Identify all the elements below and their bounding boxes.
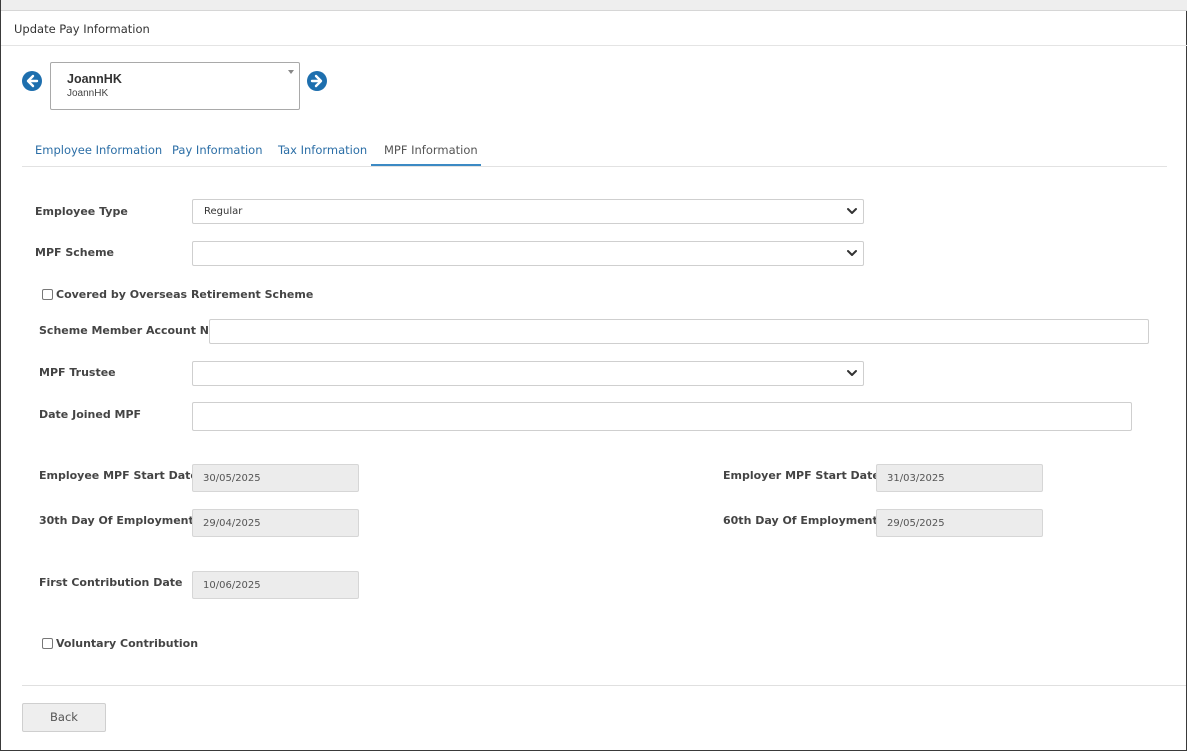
day60-value: 29/05/2025 xyxy=(887,518,945,529)
voluntary-contribution-checkbox[interactable] xyxy=(42,638,53,649)
title-divider xyxy=(1,45,1187,46)
chevron-down-icon xyxy=(847,250,857,256)
tab-pay-information[interactable]: Pay Information xyxy=(172,138,263,167)
mpf-scheme-label: MPF Scheme xyxy=(35,246,115,259)
employee-name: JoannHK xyxy=(67,72,122,86)
employee-type-label: Employee Type xyxy=(35,205,128,218)
date-joined-mpf-label: Date Joined MPF xyxy=(39,408,142,421)
first-contribution-field: 10/06/2025 xyxy=(192,571,359,599)
employee-selector[interactable]: JoannHK JoannHK xyxy=(50,62,300,110)
date-joined-mpf-input[interactable] xyxy=(192,402,1132,431)
employee-subtitle: JoannHK xyxy=(67,88,109,99)
scheme-member-account-label: Scheme Member Account No. xyxy=(39,324,221,337)
tabs-divider xyxy=(22,166,1167,167)
first-contribution-label: First Contribution Date xyxy=(39,576,183,589)
circle-arrow-right-icon xyxy=(310,74,323,88)
mpf-trustee-label: MPF Trustee xyxy=(39,366,116,379)
employer-mpf-start-value: 31/03/2025 xyxy=(887,473,945,484)
back-button[interactable]: Back xyxy=(22,703,106,732)
employee-mpf-start-value: 30/05/2025 xyxy=(203,473,261,484)
next-employee-button[interactable] xyxy=(307,71,327,91)
employee-mpf-start-label: Employee MPF Start Date xyxy=(39,469,198,482)
day60-label: 60th Day Of Employment xyxy=(723,514,878,527)
mpf-trustee-select[interactable] xyxy=(192,361,864,386)
page-title: Update Pay Information xyxy=(14,22,150,36)
app-window: Update Pay Information JoannHK JoannHK E… xyxy=(0,0,1187,751)
chevron-down-icon xyxy=(847,370,857,376)
mpf-scheme-select[interactable] xyxy=(192,241,864,266)
caret-down-icon xyxy=(288,70,294,74)
employee-mpf-start-field: 30/05/2025 xyxy=(192,464,359,492)
day30-label: 30th Day Of Employment xyxy=(39,514,194,527)
tab-employee-information[interactable]: Employee Information xyxy=(35,138,162,167)
footer-divider xyxy=(22,685,1186,686)
prev-employee-button[interactable] xyxy=(22,71,42,91)
circle-arrow-left-icon xyxy=(26,74,39,88)
overseas-retirement-checkbox[interactable] xyxy=(42,289,53,300)
employee-type-select[interactable]: Regular xyxy=(192,199,864,224)
employer-mpf-start-label: Employer MPF Start Date xyxy=(723,469,880,482)
employee-type-value: Regular xyxy=(204,206,243,217)
employer-mpf-start-field: 31/03/2025 xyxy=(876,464,1043,492)
chevron-down-icon xyxy=(847,208,857,214)
day30-field: 29/04/2025 xyxy=(192,509,359,537)
day30-value: 29/04/2025 xyxy=(203,518,261,529)
tab-tax-information[interactable]: Tax Information xyxy=(278,138,367,167)
overseas-retirement-label: Covered by Overseas Retirement Scheme xyxy=(56,288,314,301)
voluntary-contribution-label: Voluntary Contribution xyxy=(56,637,199,650)
first-contribution-value: 10/06/2025 xyxy=(203,580,261,591)
tab-bar: Employee Information Pay Information Tax… xyxy=(22,138,482,168)
day60-field: 29/05/2025 xyxy=(876,509,1043,537)
tab-mpf-information[interactable]: MPF Information xyxy=(384,138,478,167)
top-strip xyxy=(1,0,1187,11)
scheme-member-account-input[interactable] xyxy=(209,319,1149,344)
